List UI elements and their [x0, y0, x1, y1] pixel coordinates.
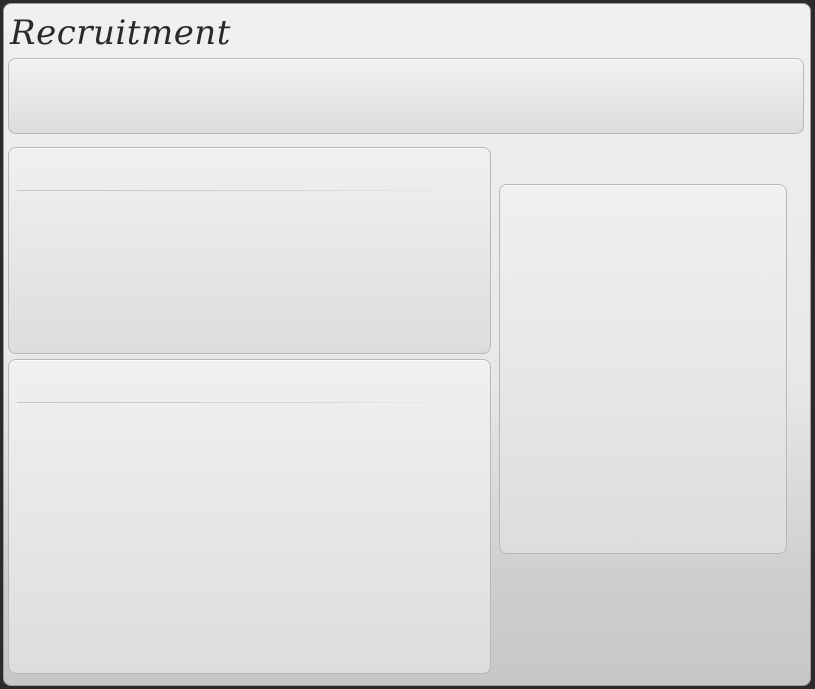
left-top-panel — [8, 147, 491, 354]
page-title: Recruitment — [10, 13, 231, 53]
panel-header-divider — [17, 402, 457, 403]
right-panel — [499, 184, 787, 554]
panel-header-divider — [17, 190, 457, 191]
toolbar-panel — [8, 58, 804, 134]
app-window: Recruitment — [3, 3, 811, 686]
left-bottom-panel — [8, 359, 491, 674]
